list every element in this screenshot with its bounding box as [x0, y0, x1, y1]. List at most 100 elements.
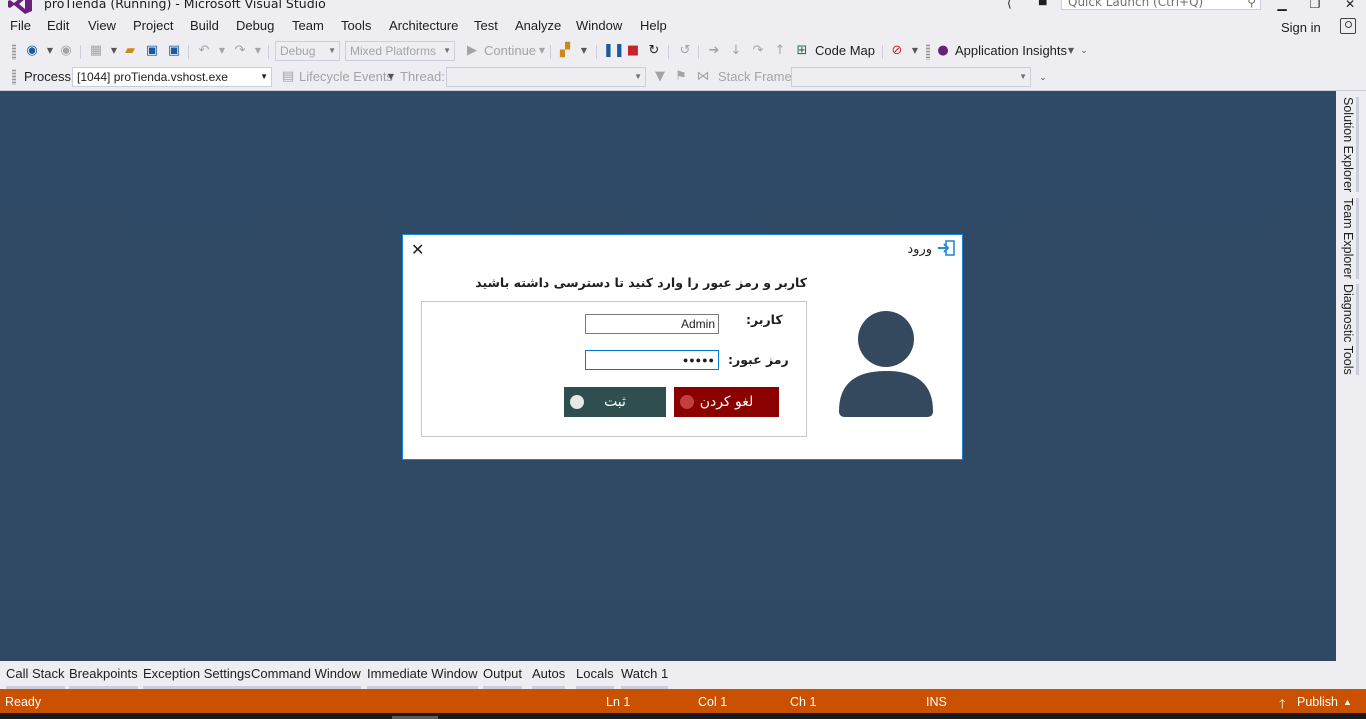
toolbar-grip[interactable] [926, 44, 930, 60]
menu-team[interactable]: Team [292, 18, 324, 33]
dialog-title: ورود [907, 242, 932, 257]
toolbar-grip[interactable] [12, 44, 16, 60]
tab-command-window[interactable]: Command Window [251, 666, 361, 690]
status-line: Ln 1 [606, 695, 631, 709]
chevron-down-icon: ▼ [634, 72, 642, 81]
continue-button[interactable]: Continue [484, 43, 536, 58]
login-dialog: ✕ ورود کاربر و رمز عبور را وارد کنید تا … [402, 234, 963, 460]
notification-icon[interactable]: ⟨ [1007, 0, 1012, 10]
step-out-icon[interactable]: ↑ [772, 43, 788, 59]
menu-file[interactable]: File [10, 18, 31, 33]
flag-threads-icon[interactable]: ⚑ [673, 69, 689, 85]
tab-autos[interactable]: Autos [532, 666, 566, 690]
menu-bar: File Edit View Project Build Debug Team … [0, 14, 1366, 39]
play-circle-icon [570, 395, 584, 409]
tab-locals[interactable]: Locals [576, 666, 614, 690]
pause-icon[interactable]: ❚❚ [603, 43, 625, 59]
new-project-icon[interactable]: ▦ [88, 43, 104, 59]
show-next-statement-icon[interactable]: ➔ [706, 43, 722, 59]
continue-dropdown-icon[interactable]: ▼ [534, 43, 550, 59]
visual-studio-logo-icon [8, 0, 32, 14]
stop-icon[interactable]: ■ [625, 43, 641, 59]
tab-breakpoints[interactable]: Breakpoints [69, 666, 138, 690]
show-threads-icon[interactable]: ⋈ [695, 69, 711, 85]
minimize-button[interactable]: ▁ [1272, 0, 1292, 13]
login-form-panel: کاربر: Admin رمز عبور: ●●●●● ثبت لغو کرد… [421, 301, 807, 437]
tab-call-stack[interactable]: Call Stack [6, 666, 65, 690]
separator [698, 45, 699, 59]
menu-test[interactable]: Test [474, 18, 498, 33]
navigate-back-icon[interactable]: ◉ [24, 43, 40, 59]
code-map-icon: ⊞ [796, 43, 808, 58]
team-explorer-tab[interactable]: Team Explorer [1341, 198, 1359, 279]
account-icon[interactable] [1340, 18, 1356, 34]
lifecycle-dropdown-icon[interactable]: ▼ [383, 69, 399, 85]
continue-play-icon[interactable]: ▶ [464, 43, 480, 59]
toolbar-grip[interactable] [12, 69, 16, 85]
redo-icon[interactable]: ↷ [232, 43, 248, 59]
toolbar-overflow-icon[interactable]: ⌄ [1076, 43, 1092, 59]
process-value: [1044] proTienda.vshost.exe [77, 70, 228, 84]
close-button[interactable]: ✕ [1340, 0, 1360, 13]
tab-watch-1[interactable]: Watch 1 [621, 666, 669, 690]
open-file-icon[interactable]: ▰ [122, 43, 138, 59]
toolbar-overflow-icon[interactable]: ⌄ [1035, 70, 1051, 86]
maximize-button[interactable]: ❐ [1305, 0, 1325, 13]
step-over-icon[interactable]: ↷ [750, 43, 766, 59]
password-field[interactable]: ●●●●● [585, 350, 719, 370]
breakpoint-dropdown-icon[interactable]: ▼ [907, 43, 923, 59]
process-label: Process: [24, 69, 75, 84]
thread-select[interactable]: ▼ [446, 67, 646, 87]
diagnostic-tools-tab[interactable]: Diagnostic Tools [1341, 284, 1359, 375]
menu-view[interactable]: View [88, 18, 116, 33]
process-select[interactable]: [1044] proTienda.vshost.exe ▼ [72, 67, 272, 87]
cancel-button[interactable]: لغو کردن [674, 387, 779, 417]
tab-exception-settings[interactable]: Exception Settings [143, 666, 251, 690]
navigate-forward-icon[interactable]: ◉ [58, 43, 74, 59]
menu-build[interactable]: Build [190, 18, 219, 33]
tab-output[interactable]: Output [483, 666, 523, 690]
tab-immediate-window[interactable]: Immediate Window [367, 666, 478, 690]
dialog-close-button[interactable]: ✕ [411, 240, 424, 259]
sign-in-link[interactable]: Sign in [1281, 20, 1321, 35]
quick-launch-input[interactable]: Quick Launch (Ctrl+Q) ⚲ [1061, 0, 1261, 10]
publish-chevron-up-icon[interactable]: ▲ [1343, 697, 1352, 707]
submit-button[interactable]: ثبت [564, 387, 666, 417]
undo-icon[interactable]: ↶ [196, 43, 212, 59]
menu-tools[interactable]: Tools [341, 18, 371, 33]
menu-architecture[interactable]: Architecture [389, 18, 458, 33]
attach-dropdown-icon[interactable]: ▼ [576, 43, 592, 59]
bottom-tool-tabs: Call Stack Breakpoints Exception Setting… [0, 661, 1366, 690]
step-into-icon[interactable]: ↓ [728, 43, 744, 59]
menu-debug[interactable]: Debug [236, 18, 274, 33]
solution-configuration-select[interactable]: Debug ▼ [275, 41, 340, 61]
code-map-button[interactable]: Code Map [815, 43, 875, 58]
stack-frame-select[interactable]: ▼ [791, 67, 1031, 87]
lifecycle-events-button[interactable]: Lifecycle Events [299, 69, 393, 84]
username-field[interactable]: Admin [585, 314, 719, 334]
save-icon[interactable]: ▣ [144, 43, 160, 59]
publish-button[interactable]: Publish [1297, 695, 1338, 709]
menu-edit[interactable]: Edit [47, 18, 69, 33]
hot-reload-icon[interactable]: ↺ [677, 43, 693, 59]
save-all-icon[interactable]: ▣ [166, 43, 182, 59]
stack-frame-label: Stack Frame: [718, 69, 796, 84]
debug-location-toolbar: Process: [1044] proTienda.vshost.exe ▼ ▤ … [0, 64, 1366, 91]
redo-dropdown-icon[interactable]: ▼ [250, 43, 266, 59]
menu-help[interactable]: Help [640, 18, 667, 33]
undo-dropdown-icon[interactable]: ▼ [214, 43, 230, 59]
application-insights-button[interactable]: Application Insights [955, 43, 1067, 58]
menu-project[interactable]: Project [133, 18, 173, 33]
toggle-breakpoint-icon[interactable]: ⊘ [889, 43, 905, 59]
menu-analyze[interactable]: Analyze [515, 18, 561, 33]
feedback-flag-icon[interactable]: ■ [1038, 0, 1047, 7]
solution-explorer-tab[interactable]: Solution Explorer [1341, 97, 1359, 193]
new-dropdown-icon[interactable]: ▼ [106, 43, 122, 59]
restart-icon[interactable]: ↻ [646, 43, 662, 59]
filter-icon[interactable]: ▼ [652, 69, 668, 85]
solution-platform-select[interactable]: Mixed Platforms ▼ [345, 41, 455, 61]
standard-toolbar: ◉ ▼ ◉ ▦ ▼ ▰ ▣ ▣ ↶ ▼ ↷ ▼ Debug ▼ Mixed Pla… [0, 39, 1366, 64]
back-dropdown-icon[interactable]: ▼ [42, 43, 58, 59]
attach-process-icon[interactable]: ▞ [557, 43, 573, 59]
menu-window[interactable]: Window [576, 18, 622, 33]
